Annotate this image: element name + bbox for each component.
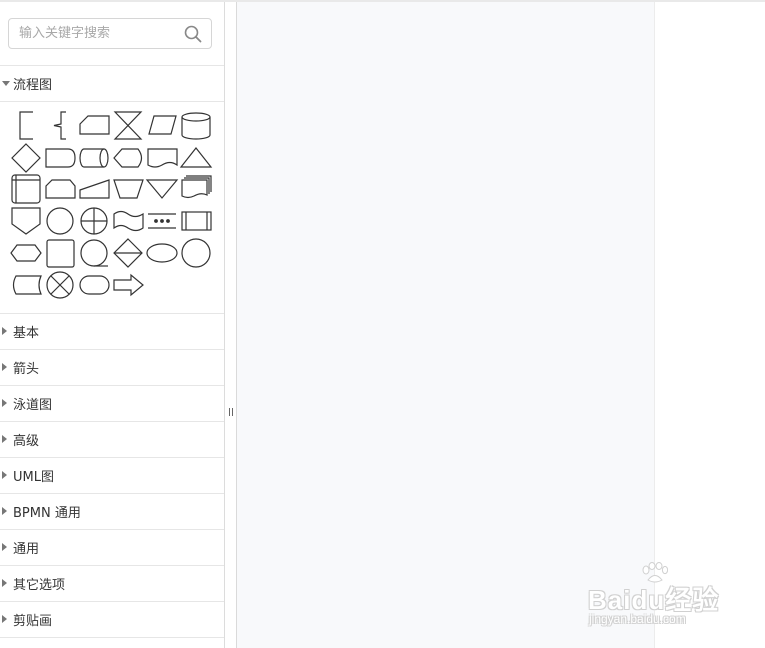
diamond-decision-shape[interactable] [11, 143, 41, 173]
section-header-clipart[interactable]: 剪贴画 [0, 602, 224, 638]
section-header-other[interactable]: 其它选项 [0, 566, 224, 602]
section-header-swimlane[interactable]: 泳道图 [0, 386, 224, 422]
trapezoid-shape[interactable] [113, 179, 144, 199]
card-shape[interactable] [45, 179, 76, 199]
caret-right-icon [2, 471, 7, 479]
ellipse-shape[interactable] [146, 243, 178, 263]
collate-shape[interactable] [113, 111, 143, 140]
sort-diamond-shape[interactable] [113, 238, 143, 268]
bracket-left-shape[interactable] [19, 111, 33, 140]
section-header-arrows[interactable]: 箭头 [0, 350, 224, 386]
dotted-sort-shape[interactable] [148, 213, 176, 229]
predefined-process-shape[interactable] [181, 211, 212, 231]
arrow-right-shape[interactable] [113, 273, 144, 297]
hexagon-preparation-shape[interactable] [10, 244, 42, 262]
search-input[interactable] [8, 18, 212, 49]
internal-storage-shape[interactable] [11, 174, 41, 204]
punched-tape-shape[interactable] [113, 210, 144, 232]
section-header-general[interactable]: 通用 [0, 530, 224, 566]
caret-down-icon [2, 81, 10, 86]
caret-right-icon [2, 615, 7, 623]
terminator-stadium-shape[interactable] [79, 275, 110, 295]
direct-access-storage-shape[interactable] [79, 148, 109, 168]
section-header-bpmn[interactable]: BPMN 通用 [0, 494, 224, 530]
caret-right-icon [2, 363, 7, 371]
multi-document-shape[interactable] [181, 175, 212, 199]
section-label: 基本 [13, 326, 40, 341]
caret-right-icon [2, 399, 7, 407]
panel-resize-handle[interactable] [229, 408, 233, 416]
section-header-uml[interactable]: UML图 [0, 458, 224, 494]
section-label: 剪贴画 [13, 614, 53, 629]
shape-library-sidebar: 流程图 [0, 2, 225, 648]
section-label: 流程图 [13, 78, 53, 93]
section-label: 其它选项 [13, 578, 66, 593]
stored-data-shape[interactable] [12, 275, 42, 295]
parallelogram-shape[interactable] [148, 115, 177, 135]
section-label: UML图 [13, 470, 54, 485]
section-label: 高级 [13, 434, 40, 449]
caret-right-icon [2, 327, 7, 335]
display-shape[interactable] [113, 148, 143, 168]
caret-right-icon [2, 507, 7, 515]
document-shape[interactable] [147, 148, 178, 168]
circle-shape[interactable] [181, 238, 211, 268]
section-label: 泳道图 [13, 398, 53, 413]
drawing-canvas[interactable] [237, 2, 655, 648]
manual-input-shape[interactable] [79, 115, 110, 135]
inverted-triangle-shape[interactable] [145, 179, 179, 199]
sequential-data-shape[interactable] [80, 239, 108, 267]
section-label: BPMN 通用 [13, 506, 81, 521]
section-label: 箭头 [13, 362, 40, 377]
circle-connector-shape[interactable] [46, 207, 74, 235]
search-icon[interactable] [183, 24, 203, 44]
section-header-basic[interactable]: 基本 [0, 314, 224, 350]
or-junction-shape[interactable] [46, 271, 74, 299]
section-label: 通用 [13, 542, 40, 557]
section-header-flowchart[interactable]: 流程图 [0, 66, 224, 102]
caret-right-icon [2, 543, 7, 551]
brace-annotation-shape[interactable] [53, 111, 66, 140]
manual-operation-slope-shape[interactable] [79, 179, 110, 199]
summing-junction-shape[interactable] [80, 207, 108, 235]
search-bar [0, 2, 224, 66]
triangle-merge-shape[interactable] [179, 147, 213, 168]
rounded-square-shape[interactable] [46, 239, 75, 268]
database-cylinder-shape[interactable] [181, 112, 211, 140]
right-panel [655, 2, 765, 648]
off-page-connector-shape[interactable] [11, 207, 41, 235]
section-header-advanced[interactable]: 高级 [0, 422, 224, 458]
flowchart-shapes-palette [0, 102, 224, 314]
caret-right-icon [2, 435, 7, 443]
caret-right-icon [2, 579, 7, 587]
terminal-rounded-shape[interactable] [45, 148, 76, 168]
